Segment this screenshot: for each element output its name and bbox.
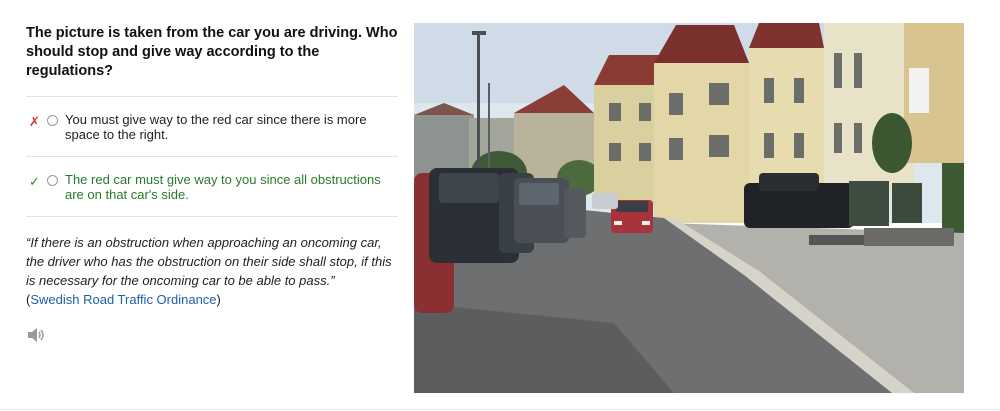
answer-text-1: You must give way to the red car since t…	[65, 112, 367, 142]
check-mark-icon: ✓	[29, 174, 40, 189]
explanation-source: (Swedish Road Traffic Ordinance)	[26, 290, 398, 309]
source-close-paren: )	[216, 292, 221, 307]
divider	[26, 216, 398, 217]
explanation-quote: “If there is an obstruction when approac…	[26, 235, 392, 288]
answer-option-1[interactable]: ✗ You must give way to the red car since…	[26, 97, 398, 156]
street-scene-illustration	[414, 23, 964, 393]
answer-text-2: The red car must give way to you since a…	[65, 172, 381, 202]
radio-button-2[interactable]	[47, 175, 58, 186]
source-link[interactable]: Swedish Road Traffic Ordinance	[30, 292, 216, 307]
wrong-mark-icon: ✗	[29, 114, 40, 129]
radio-button-1[interactable]	[47, 115, 58, 126]
question-panel: The picture is taken from the car you ar…	[26, 22, 398, 348]
street-photo	[414, 23, 964, 393]
speaker-icon[interactable]	[26, 327, 46, 343]
question-text: The picture is taken from the car you ar…	[26, 25, 398, 79]
answer-option-2[interactable]: ✓ The red car must give way to you since…	[26, 157, 398, 216]
bottom-divider	[0, 409, 1000, 410]
